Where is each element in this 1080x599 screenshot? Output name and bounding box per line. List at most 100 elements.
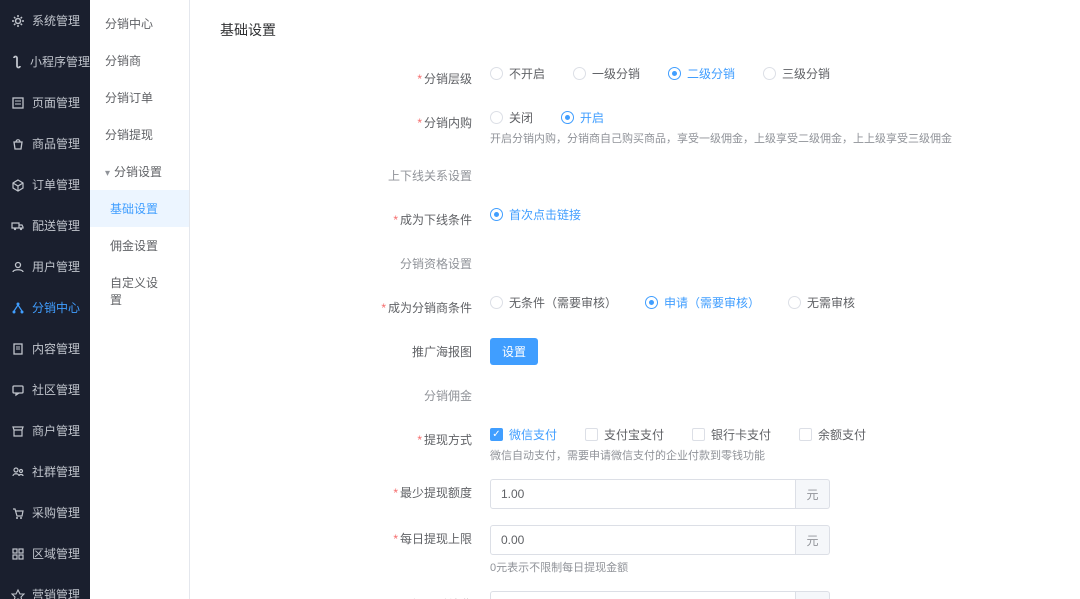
sidebar-main-label: 营销管理	[32, 586, 80, 599]
label-poster: 推广海报图	[220, 338, 490, 366]
sidebar-sub-subitem-2[interactable]: 自定义设置	[90, 264, 189, 318]
radio-icon	[763, 67, 776, 80]
area-icon	[10, 546, 26, 562]
merchant-radio-1[interactable]: 申请（需要审核）	[645, 294, 760, 311]
internal-radio-0[interactable]: 关闭	[490, 109, 533, 126]
help-daily: 0元表示不限制每日提现金额	[490, 559, 1050, 575]
radio-icon	[573, 67, 586, 80]
help-withdraw: 微信自动支付，需要申请微信支付的企业付款到零钱功能	[490, 447, 1050, 463]
sidebar-main-label: 商品管理	[32, 135, 80, 152]
page-title: 基础设置	[220, 20, 1050, 40]
level-radio-1[interactable]: 一级分销	[573, 65, 640, 82]
shop-icon	[10, 423, 26, 439]
sidebar-main-label: 内容管理	[32, 340, 80, 357]
cart-icon	[10, 505, 26, 521]
merchant-radio-0[interactable]: 无条件（需要审核）	[490, 294, 617, 311]
radio-label: 无条件（需要审核）	[509, 294, 617, 311]
label-offline: 成为下线条件	[220, 206, 490, 234]
internal-radio-1[interactable]: 开启	[561, 109, 604, 126]
sidebar-main-label: 采购管理	[32, 504, 80, 521]
radio-label: 三级分销	[782, 65, 830, 82]
merchant-radio-2[interactable]: 无需审核	[788, 294, 855, 311]
sidebar-main-item-14[interactable]: 营销管理	[0, 574, 90, 599]
unit-yuan: 元	[796, 525, 830, 555]
sidebar-main-item-9[interactable]: 社区管理	[0, 369, 90, 410]
checkbox-label: 银行卡支付	[711, 426, 771, 443]
level-radio-3[interactable]: 三级分销	[763, 65, 830, 82]
withdraw-check-0[interactable]: 微信支付	[490, 426, 557, 443]
daily-limit-input[interactable]	[490, 525, 796, 555]
section-qualify: 分销资格设置	[220, 250, 490, 278]
checkbox-icon	[799, 428, 812, 441]
sidebar-sub-item-2[interactable]: 分销订单	[90, 79, 189, 116]
checkbox-icon	[585, 428, 598, 441]
sidebar-main-item-5[interactable]: 配送管理	[0, 205, 90, 246]
cube-icon	[10, 177, 26, 193]
radio-label: 无需审核	[807, 294, 855, 311]
sidebar-main-item-10[interactable]: 商户管理	[0, 410, 90, 451]
sidebar-main-label: 社区管理	[32, 381, 80, 398]
sidebar-main-item-0[interactable]: 系统管理	[0, 0, 90, 41]
sidebar-main-item-11[interactable]: 社群管理	[0, 451, 90, 492]
unit-percent: %	[796, 591, 830, 599]
offline-radio-0[interactable]: 首次点击链接	[490, 206, 581, 223]
sidebar-sub-subitem-0[interactable]: 基础设置	[90, 190, 189, 227]
section-commission: 分销佣金	[220, 382, 490, 410]
sidebar-main-item-7[interactable]: 分销中心	[0, 287, 90, 328]
sidebar-main-label: 社群管理	[32, 463, 80, 480]
user-icon	[10, 259, 26, 275]
level-radio-0[interactable]: 不开启	[490, 65, 545, 82]
radio-icon	[788, 296, 801, 309]
sidebar-sub-item-0[interactable]: 分销中心	[90, 5, 189, 42]
sidebar-main-label: 订单管理	[32, 176, 80, 193]
dist-icon	[10, 300, 26, 316]
sidebar-sub-item-4[interactable]: 分销设置	[90, 153, 189, 190]
page-icon	[10, 95, 26, 111]
checkbox-label: 微信支付	[509, 426, 557, 443]
sidebar-main-label: 区域管理	[32, 545, 80, 562]
mini-icon	[10, 54, 24, 70]
sidebar-main-item-13[interactable]: 区域管理	[0, 533, 90, 574]
sidebar-main-item-4[interactable]: 订单管理	[0, 164, 90, 205]
level-radio-2[interactable]: 二级分销	[668, 65, 735, 82]
radio-icon	[490, 208, 503, 221]
sidebar-main-label: 用户管理	[32, 258, 80, 275]
unit-yuan: 元	[796, 479, 830, 509]
sidebar-main-item-2[interactable]: 页面管理	[0, 82, 90, 123]
gear-icon	[10, 13, 26, 29]
withdraw-check-1[interactable]: 支付宝支付	[585, 426, 664, 443]
content-area: 基础设置 分销层级 不开启一级分销二级分销三级分销 分销内购 关闭开启 开启分销…	[190, 0, 1080, 599]
label-daily-limit: 每日提现上限	[220, 525, 490, 553]
sidebar-main-item-3[interactable]: 商品管理	[0, 123, 90, 164]
withdraw-check-3[interactable]: 余额支付	[799, 426, 866, 443]
comm-icon	[10, 382, 26, 398]
withdraw-check-2[interactable]: 银行卡支付	[692, 426, 771, 443]
sidebar-main-item-12[interactable]: 采购管理	[0, 492, 90, 533]
radio-label: 首次点击链接	[509, 206, 581, 223]
label-merchant: 成为分销商条件	[220, 294, 490, 322]
group-icon	[10, 464, 26, 480]
sidebar-sub-subitem-1[interactable]: 佣金设置	[90, 227, 189, 264]
sidebar-main-label: 系统管理	[32, 12, 80, 29]
label-level: 分销层级	[220, 65, 490, 93]
sidebar-main-item-6[interactable]: 用户管理	[0, 246, 90, 287]
radio-icon	[561, 111, 574, 124]
radio-icon	[490, 111, 503, 124]
sidebar-main: 系统管理小程序管理页面管理商品管理订单管理配送管理用户管理分销中心内容管理社区管…	[0, 0, 90, 599]
bag-icon	[10, 136, 26, 152]
sidebar-main-item-8[interactable]: 内容管理	[0, 328, 90, 369]
poster-set-button[interactable]: 设置	[490, 338, 538, 365]
radio-icon	[490, 67, 503, 80]
sidebar-main-item-1[interactable]: 小程序管理	[0, 41, 90, 82]
radio-label: 关闭	[509, 109, 533, 126]
sidebar-sub-item-3[interactable]: 分销提现	[90, 116, 189, 153]
checkbox-icon	[692, 428, 705, 441]
section-relation: 上下线关系设置	[220, 162, 490, 190]
radio-label: 开启	[580, 109, 604, 126]
truck-icon	[10, 218, 26, 234]
min-withdraw-input[interactable]	[490, 479, 796, 509]
fee-input[interactable]	[490, 591, 796, 599]
sidebar-main-label: 商户管理	[32, 422, 80, 439]
sidebar-main-label: 配送管理	[32, 217, 80, 234]
sidebar-sub-item-1[interactable]: 分销商	[90, 42, 189, 79]
